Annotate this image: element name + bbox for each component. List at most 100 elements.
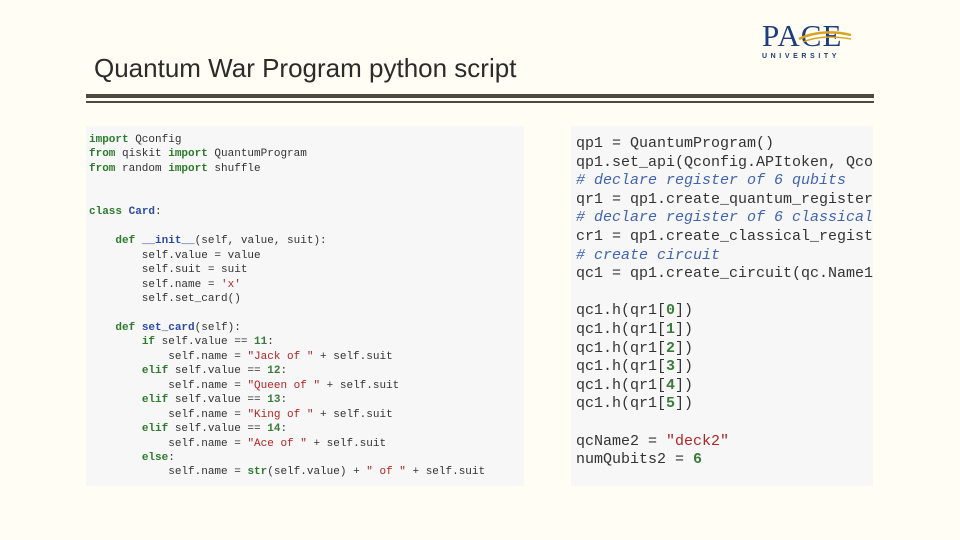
code-line: # declare register of 6 qubits [576, 172, 873, 191]
code-token: set_card [141, 321, 195, 334]
code-token: qp1.set_api(Qconfig.APItoken, Qcon [576, 153, 873, 171]
pace-university-logo: PACE UNIVERSITY [762, 20, 856, 64]
code-token: 6 [693, 451, 703, 469]
code-token: elif [141, 365, 169, 378]
code-line: qc1.h(qr1[2]) [576, 340, 873, 359]
code-token: # declare register of 6 classical [576, 209, 873, 227]
code-token: ]) [675, 339, 694, 357]
code-token: def [115, 321, 136, 334]
code-token: + self.suit [313, 408, 393, 421]
code-token: ]) [675, 395, 694, 413]
code-token: else [141, 451, 169, 464]
code-token: (self): [194, 321, 241, 334]
code-token: "Jack of " [247, 350, 314, 363]
code-line: qp1.set_api(Qconfig.APItoken, Qcon [576, 154, 873, 173]
code-token: + self.suit [405, 466, 486, 479]
code-line: self.name = "King of " + self.suit [89, 408, 524, 422]
code-token: " of " [366, 466, 406, 479]
code-token: self.name = [89, 350, 248, 363]
code-line: qc1.h(qr1[1]) [576, 321, 873, 340]
code-token: 1 [666, 320, 676, 338]
code-token: import [89, 134, 129, 146]
code-token: self.suit = suit [89, 264, 248, 277]
code-token: Qconfig [128, 134, 182, 146]
code-token: (self.value) + [267, 466, 367, 479]
code-line: # declare register of 6 classical [576, 209, 873, 228]
code-token: 14 [267, 423, 281, 436]
code-token: ]) [675, 358, 694, 376]
code-token: : [267, 336, 274, 349]
code-token: 'x' [221, 278, 241, 291]
code-token: "Queen of " [247, 379, 321, 392]
code-token: 11 [254, 336, 268, 349]
code-line: def set_card(self): [89, 321, 524, 335]
code-token: elif [141, 423, 169, 436]
code-token: "King of " [247, 408, 314, 421]
code-line: self.set_card() [89, 292, 524, 306]
code-token: qc1.h(qr1[ [576, 376, 667, 394]
code-token: qcName2 = [576, 432, 667, 450]
code-token: 3 [666, 358, 676, 376]
code-token: self.value == [168, 365, 268, 378]
code-screenshot-card-class: import Qconfig from qiskit import Quantum… [86, 126, 524, 486]
title-divider-thick [86, 94, 874, 98]
code-token: from [89, 148, 116, 161]
code-token: self.value == [168, 423, 268, 436]
code-token: qr1 = qp1.create_quantum_register [576, 190, 873, 208]
code-line: self.suit = suit [89, 263, 524, 277]
code-token: "deck2" [666, 432, 730, 450]
code-token: # declare register of 6 qubits [576, 172, 847, 190]
title-divider-thin [86, 101, 874, 103]
code-token: import [168, 162, 208, 175]
code-line: self.value = value [89, 249, 524, 263]
code-token: cr1 = qp1.create_classical_registe [576, 227, 873, 245]
code-token: from [89, 162, 116, 175]
code-token: 4 [666, 376, 676, 394]
code-token: self.name = [89, 466, 248, 479]
code-token: qiskit [115, 148, 169, 161]
code-line: if self.value == 11: [89, 335, 524, 349]
code-block-left: import Qconfig from qiskit import Quantum… [86, 126, 524, 480]
code-line: qc1.h(qr1[4]) [576, 377, 873, 396]
code-token: str [247, 466, 268, 479]
code-screenshot-quantum-program: qp1 = QuantumProgram() qp1.set_api(Qconfi… [571, 126, 873, 486]
code-token: def [115, 235, 136, 248]
code-token: + self.suit [313, 350, 393, 363]
code-token: self.set_card() [89, 292, 241, 305]
code-line: qcName2 = "deck2" [576, 433, 873, 452]
logo-subtitle: UNIVERSITY [762, 53, 841, 60]
code-token: self.value = value [89, 249, 261, 262]
code-token: # create circuit [576, 246, 721, 264]
code-token: : [280, 394, 288, 407]
code-token: ]) [675, 302, 694, 320]
code-token: self.name = [89, 437, 248, 450]
code-token: : [168, 451, 175, 464]
code-line: from qiskit import QuantumProgram [89, 147, 524, 161]
code-token: 13 [267, 394, 281, 407]
code-line: qc1 = qp1.create_circuit(qc.Name1, [576, 265, 873, 284]
code-line: elif self.value == 13: [89, 393, 524, 407]
code-token: import [168, 148, 208, 161]
code-line: cr1 = qp1.create_classical_registe [576, 228, 873, 247]
code-token: shuffle [207, 162, 261, 175]
code-line: elif self.value == 12: [89, 364, 524, 378]
code-token: QuantumProgram [207, 148, 307, 161]
code-line: elif self.value == 14: [89, 422, 524, 436]
code-token: 12 [267, 365, 281, 378]
code-token: qc1.h(qr1[ [576, 339, 667, 357]
code-token: if [141, 336, 156, 349]
code-token: class [89, 206, 123, 219]
code-token: self.value == [168, 394, 268, 407]
